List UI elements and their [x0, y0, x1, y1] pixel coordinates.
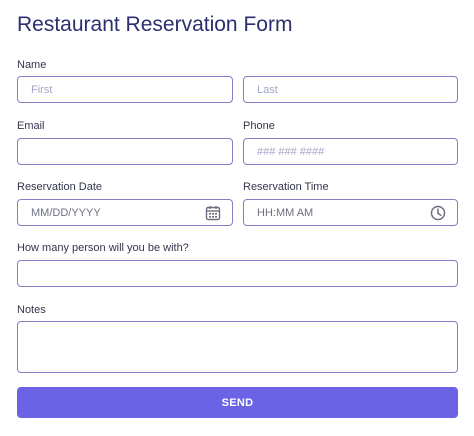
- name-label: Name: [17, 59, 47, 71]
- reservation-date-label: Reservation Date: [17, 181, 102, 193]
- send-button[interactable]: SEND: [17, 387, 458, 418]
- last-name-input[interactable]: [243, 76, 458, 103]
- form-title: Restaurant Reservation Form: [17, 13, 293, 36]
- reservation-date-input[interactable]: [18, 200, 232, 225]
- reservation-time-label: Reservation Time: [243, 181, 329, 193]
- reservation-time-input[interactable]: [244, 200, 457, 225]
- reservation-time-field[interactable]: [243, 199, 458, 226]
- clock-icon[interactable]: [430, 205, 446, 221]
- phone-input[interactable]: [243, 138, 458, 165]
- email-label: Email: [17, 120, 45, 132]
- phone-label: Phone: [243, 120, 275, 132]
- reservation-form: Restaurant Reservation Form Name Email P…: [0, 0, 474, 436]
- party-size-label: How many person will you be with?: [17, 242, 189, 254]
- party-size-input[interactable]: [17, 260, 458, 287]
- email-input[interactable]: [17, 138, 233, 165]
- reservation-date-field[interactable]: [17, 199, 233, 226]
- first-name-input[interactable]: [17, 76, 233, 103]
- notes-label: Notes: [17, 304, 46, 316]
- notes-textarea[interactable]: [17, 321, 458, 373]
- calendar-icon[interactable]: [205, 205, 221, 221]
